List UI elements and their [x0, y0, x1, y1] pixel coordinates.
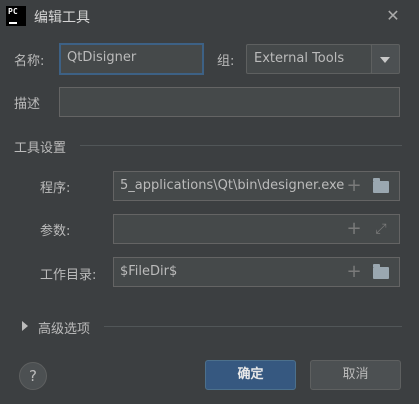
advanced-options-toggle[interactable]: 高级选项: [38, 318, 90, 337]
tool-settings-divider: [80, 145, 402, 146]
description-label: 描述: [14, 97, 41, 112]
workdir-label: 工作目录:: [40, 268, 97, 283]
help-button[interactable]: ?: [19, 362, 47, 390]
tool-settings-title: 工具设置: [14, 141, 67, 156]
insert-macro-icon[interactable]: +: [346, 263, 362, 281]
insert-macro-icon[interactable]: +: [346, 220, 362, 238]
window-title: 编辑工具: [34, 10, 90, 26]
insert-macro-icon[interactable]: +: [346, 177, 362, 195]
group-dropdown-button[interactable]: [371, 44, 400, 74]
close-icon[interactable]: ✕: [383, 6, 403, 26]
name-input[interactable]: QtDisigner: [59, 43, 204, 75]
cancel-button[interactable]: 取消: [310, 360, 401, 390]
triangle-right-icon[interactable]: [22, 321, 28, 331]
expand-icon[interactable]: ⤢: [373, 221, 389, 237]
title-bar: PC 编辑工具 ✕: [0, 0, 419, 32]
program-label: 程序:: [40, 181, 71, 196]
pycharm-app-icon: PC: [6, 6, 26, 26]
chevron-down-icon: [380, 57, 390, 63]
ok-button[interactable]: 确定: [205, 360, 296, 390]
name-label: 名称:: [14, 54, 45, 69]
folder-icon[interactable]: [373, 178, 389, 193]
arguments-label: 参数:: [40, 224, 71, 239]
group-combobox[interactable]: External Tools: [246, 44, 372, 74]
folder-icon[interactable]: [373, 264, 389, 279]
group-label: 组:: [217, 54, 235, 69]
description-input[interactable]: [59, 87, 400, 117]
advanced-options-divider: [104, 326, 402, 327]
